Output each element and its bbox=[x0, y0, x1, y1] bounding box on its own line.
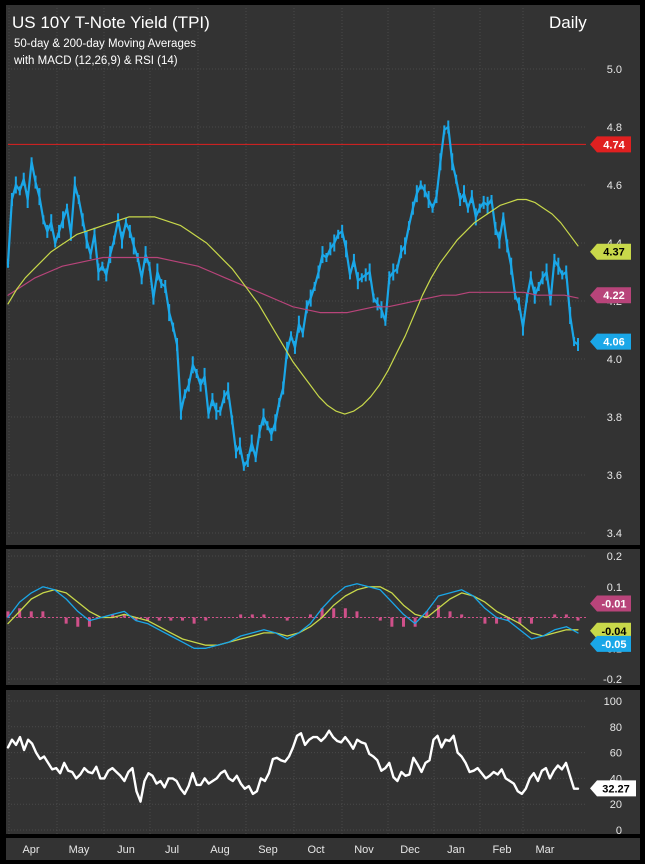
chart-subtitle-ma: 50-day & 200-day Moving Averages bbox=[14, 38, 196, 50]
badge-rsi-text: 32.27 bbox=[602, 783, 630, 795]
rsi-axis-area bbox=[586, 690, 640, 834]
y-tick-label-rsi: 0 bbox=[616, 825, 622, 837]
x-tick-label: Oct bbox=[307, 844, 324, 856]
badge-price: 4.06 bbox=[590, 333, 631, 350]
chart-subtitle-indicators: with MACD (12,26,9) & RSI (14) bbox=[13, 55, 178, 67]
x-tick-label: Sep bbox=[258, 844, 278, 856]
y-tick-label-price: 4.0 bbox=[607, 354, 622, 366]
x-tick-label: Nov bbox=[354, 844, 374, 856]
x-tick-label: Aug bbox=[210, 844, 230, 856]
badge-reference-text: 4.74 bbox=[603, 139, 625, 151]
x-tick-label: Feb bbox=[493, 844, 512, 856]
badge-macd: -0.05 bbox=[590, 635, 631, 652]
x-tick-label: Dec bbox=[400, 844, 420, 856]
badge-ma200: 4.22 bbox=[590, 287, 631, 304]
y-tick-label-rsi: 80 bbox=[610, 722, 622, 734]
price-axis-area bbox=[586, 5, 640, 545]
chart-canvas: Apr May Jun Jul Aug Sep Oct Nov Dec Jan Feb Mar 3.4 3… bbox=[0, 0, 645, 864]
y-tick-label-rsi: 20 bbox=[610, 799, 622, 811]
y-tick-label-price: 3.8 bbox=[607, 412, 622, 424]
badge-ma200-text: 4.22 bbox=[603, 290, 624, 302]
badge-rsi: 32.27 bbox=[590, 780, 636, 797]
badge-reference: 4.74 bbox=[590, 136, 631, 153]
y-tick-label-price: 4.8 bbox=[607, 122, 622, 134]
y-tick-label-rsi: 100 bbox=[604, 696, 622, 708]
y-tick-label-macd: 0.2 bbox=[607, 551, 622, 563]
y-tick-label-rsi: 60 bbox=[610, 748, 622, 760]
x-axis-corner bbox=[586, 838, 640, 860]
x-tick-label: Jan bbox=[447, 844, 465, 856]
x-tick-label: May bbox=[69, 844, 90, 856]
badge-histogram: -0.01 bbox=[590, 595, 631, 612]
period-label: Daily bbox=[549, 13, 587, 32]
y-tick-label-price: 4.6 bbox=[607, 180, 622, 192]
badge-histogram-text: -0.01 bbox=[601, 599, 626, 611]
price-panel bbox=[6, 5, 586, 545]
badge-price-text: 4.06 bbox=[603, 337, 624, 349]
rsi-panel bbox=[6, 690, 586, 834]
y-tick-label-macd: -0.2 bbox=[603, 674, 622, 686]
x-tick-label: Jun bbox=[117, 844, 135, 856]
macd-axis-area bbox=[586, 549, 640, 685]
x-tick-label: Jul bbox=[165, 844, 179, 856]
badge-ma50-text: 4.37 bbox=[603, 247, 624, 259]
y-tick-label-price: 5.0 bbox=[607, 64, 622, 76]
badge-ma50: 4.37 bbox=[590, 243, 631, 260]
y-tick-label-price: 3.6 bbox=[607, 470, 622, 482]
y-tick-label-macd: 0.1 bbox=[607, 582, 622, 594]
y-tick-label-price: 3.4 bbox=[607, 528, 622, 540]
chart-title: US 10Y T-Note Yield (TPI) bbox=[12, 13, 210, 32]
x-tick-label: Mar bbox=[536, 844, 555, 856]
x-tick-label: Apr bbox=[22, 844, 39, 856]
badge-macd-text: -0.05 bbox=[601, 639, 626, 651]
